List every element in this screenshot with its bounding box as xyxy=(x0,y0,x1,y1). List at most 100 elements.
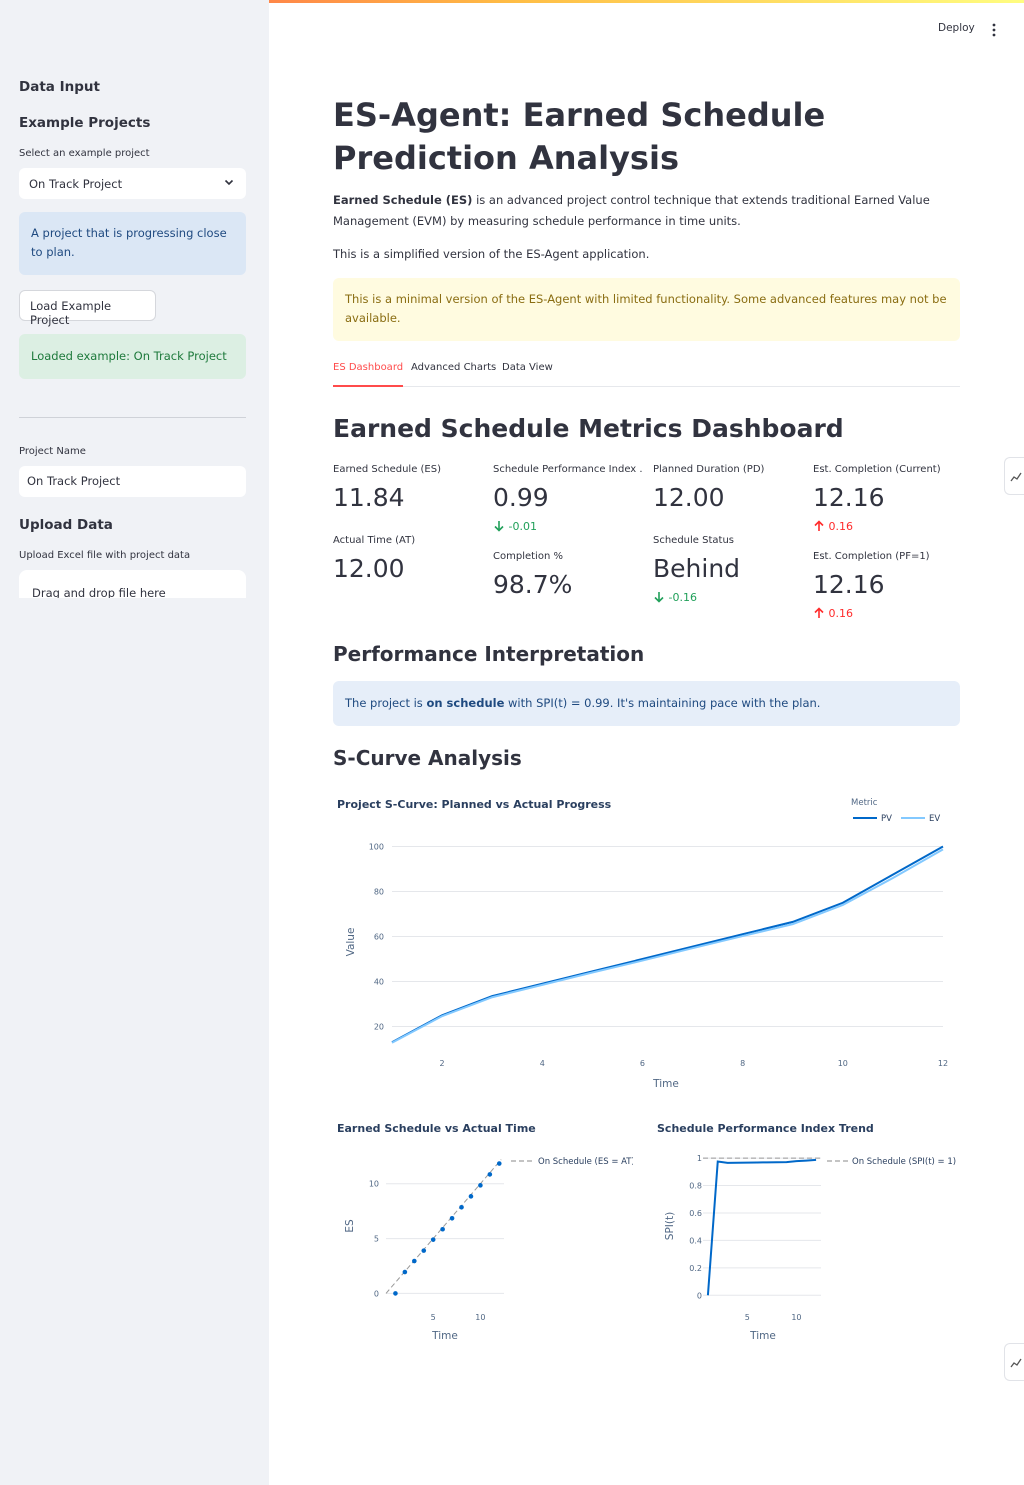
scurve-chart: 20 40 60 80 100 2 4 6 8 10 12 Time Value Metric PV… xyxy=(345,798,948,1090)
file-dropzone[interactable]: Drag and drop file here xyxy=(19,570,246,598)
select-value: On Track Project xyxy=(29,177,123,191)
tab-es-dashboard[interactable]: ES Dashboard xyxy=(333,362,404,387)
arrow-down-icon xyxy=(494,521,504,532)
metric-spi-delta: -0.01 xyxy=(493,520,537,533)
es-vs-at-chart-title: Earned Schedule vs Actual Time xyxy=(337,1122,536,1135)
upload-label: Upload Excel file with project data xyxy=(19,550,191,561)
es-x-tick: 5 xyxy=(431,1313,436,1322)
metric-pd-value: 12.00 xyxy=(653,483,725,512)
scurve-series-ev-line xyxy=(391,848,944,1044)
scurve-x-tick: 8 xyxy=(740,1059,745,1068)
chart-expand-handle[interactable] xyxy=(1004,457,1024,495)
es-data-point xyxy=(487,1172,493,1177)
spi-trend-chart-title: Schedule Performance Index Trend xyxy=(657,1122,874,1135)
es-data-point xyxy=(412,1258,417,1264)
legend-pv-label: PV xyxy=(881,814,892,824)
es-data-point xyxy=(402,1269,408,1275)
scurve-y-label: Value xyxy=(345,928,357,957)
spi-trend-chart: 0 0.2 0.4 0.6 0.8 1 5 10 On Schedule (SPI(t) = … xyxy=(664,1154,956,1342)
interpretation-suffix: with SPI(t) = 0.99. It's maintaining pac… xyxy=(504,696,821,710)
tab-bar: ES Dashboard Advanced Charts Data View xyxy=(333,362,960,387)
spi-y-tick: 0.6 xyxy=(689,1209,702,1218)
metric-ec-pf1-delta-value: 0.16 xyxy=(828,607,854,620)
scurve-y-tick: 60 xyxy=(374,933,384,942)
spi-y-tick: 0.8 xyxy=(689,1182,702,1191)
metric-spi-label: Schedule Performance Index ... xyxy=(493,464,643,475)
metric-status-delta: -0.16 xyxy=(653,591,697,604)
es-y-tick: 10 xyxy=(369,1180,379,1189)
example-projects-title: Example Projects xyxy=(19,115,151,131)
chart-icon xyxy=(1010,1358,1022,1368)
metric-es-label: Earned Schedule (ES) xyxy=(333,464,441,475)
es-data-point xyxy=(459,1205,464,1210)
metric-completion-label: Completion % xyxy=(493,551,563,562)
interpretation-title: Performance Interpretation xyxy=(333,642,645,666)
scurve-x-tick: 2 xyxy=(440,1059,445,1068)
kebab-menu-icon[interactable] xyxy=(991,23,997,37)
load-example-button[interactable]: Load Example Project xyxy=(19,290,156,327)
es-data-point xyxy=(440,1226,445,1232)
spi-series-line xyxy=(706,1158,817,1296)
project-name-input[interactable]: On Track Project xyxy=(19,466,246,497)
spi-x-tick: 5 xyxy=(745,1313,750,1322)
scurve-y-tick: 80 xyxy=(374,888,384,897)
tab-data-view[interactable]: Data View xyxy=(502,362,553,387)
spi-y-tick: 0.2 xyxy=(689,1264,702,1273)
dropzone-text: Drag and drop file here xyxy=(32,586,166,598)
arrow-up-icon xyxy=(814,607,824,618)
metric-ec-current-delta: 0.16 xyxy=(813,520,853,533)
es-data-point xyxy=(468,1194,474,1199)
legend-ev-label: EV xyxy=(929,814,940,824)
es-x-label: Time xyxy=(431,1330,458,1342)
es-data-point xyxy=(430,1237,436,1242)
example-project-select[interactable]: On Track Project xyxy=(19,168,246,199)
upload-data-title: Upload Data xyxy=(19,517,113,533)
metric-es-value: 11.84 xyxy=(333,483,405,512)
scurve-title: S-Curve Analysis xyxy=(333,746,522,770)
tab-advanced-charts[interactable]: Advanced Charts xyxy=(411,362,496,387)
scurve-y-tick: 20 xyxy=(374,1023,384,1032)
spi-y-tick: 1 xyxy=(697,1154,702,1163)
spi-y-tick: 0.4 xyxy=(689,1236,702,1245)
metric-ec-pf1-value: 12.16 xyxy=(813,570,885,599)
spi-y-tick: 0 xyxy=(697,1291,702,1300)
metric-ec-current-value: 12.16 xyxy=(813,483,885,512)
data-input-title: Data Input xyxy=(19,79,100,95)
intro-bold: Earned Schedule (ES) xyxy=(333,193,473,207)
simplified-note: This is a simplified version of the ES-A… xyxy=(333,247,650,261)
scurve-x-label: Time xyxy=(652,1078,679,1090)
interpretation-box: The project is on schedule with SPI(t) =… xyxy=(333,681,960,726)
chart-expand-handle[interactable] xyxy=(1004,1343,1024,1381)
interpretation-prefix: The project is xyxy=(345,696,427,710)
sidebar: Data Input Example Projects Select an ex… xyxy=(0,0,269,1485)
es-y-tick: 5 xyxy=(374,1235,379,1244)
arrow-up-icon xyxy=(814,520,824,531)
scurve-y-tick: 100 xyxy=(369,843,384,852)
metric-status-value: Behind xyxy=(653,554,741,583)
es-data-point xyxy=(478,1183,483,1188)
metric-spi-delta-value: -0.01 xyxy=(508,520,537,533)
spi-reference-legend-label: On Schedule (SPI(t) = 1) xyxy=(852,1157,956,1167)
deploy-button[interactable]: Deploy xyxy=(938,22,975,34)
project-name-label: Project Name xyxy=(19,446,86,457)
metric-status-delta-value: -0.16 xyxy=(668,591,697,604)
es-data-point xyxy=(496,1161,502,1166)
es-x-tick: 10 xyxy=(475,1313,485,1322)
spi-x-tick: 10 xyxy=(791,1313,801,1322)
metric-ec-pf1-delta: 0.16 xyxy=(813,607,853,620)
metric-pd-label: Planned Duration (PD) xyxy=(653,464,765,475)
es-vs-at-chart: 0 5 10 5 10 On Schedule (ES = AT) Time ES xyxy=(344,1157,633,1342)
es-y-label: ES xyxy=(344,1219,356,1233)
es-y-tick: 0 xyxy=(374,1289,379,1298)
scurve-x-tick: 12 xyxy=(938,1059,948,1068)
chevron-down-icon xyxy=(224,179,234,186)
metric-ec-current-delta-value: 0.16 xyxy=(828,520,854,533)
sidebar-divider xyxy=(19,417,246,418)
scurve-x-tick: 10 xyxy=(838,1059,848,1068)
spi-y-label: SPI(t) xyxy=(664,1212,676,1240)
metric-status-label: Schedule Status xyxy=(653,535,734,546)
metric-spi-value: 0.99 xyxy=(493,483,549,512)
metric-at-label: Actual Time (AT) xyxy=(333,535,416,546)
es-data-point xyxy=(393,1291,398,1296)
metric-ec-pf1-label: Est. Completion (PF=1) xyxy=(813,551,930,562)
